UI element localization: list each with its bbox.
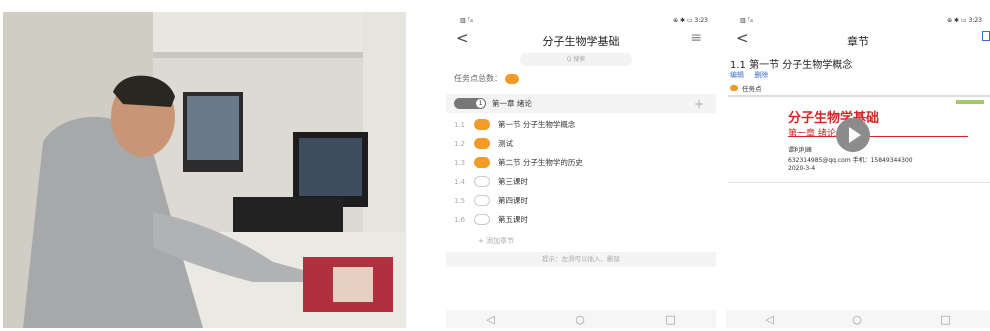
add-section-icon[interactable]: + bbox=[694, 97, 704, 111]
section-title: 1.1 第一节 分子生物学概念 bbox=[730, 60, 853, 71]
section-row[interactable]: 1.3 第二节 分子生物学的历史 bbox=[446, 153, 716, 172]
course-chapters-screen: ▥ ᵀᵢₗₗ ⊕ ✱ ▭ 3:23 < 分子生物学基础 ≡ Q 搜索 任务点总数… bbox=[446, 12, 716, 328]
video-contact: 632314985@qq.com 手机：15849344300 bbox=[788, 157, 913, 164]
android-nav-bar: ◁ ○ □ bbox=[726, 310, 990, 328]
chapter-row[interactable]: 1 第一章 绪论 + bbox=[446, 94, 716, 113]
task-count: 任务点总数： bbox=[454, 73, 519, 84]
section-row[interactable]: 1.5 第四课时 bbox=[446, 191, 716, 210]
section-number: 1.1 bbox=[454, 120, 466, 129]
section-number: 1.3 bbox=[454, 158, 466, 167]
divider bbox=[788, 136, 968, 137]
chapter-toggle[interactable]: 1 bbox=[454, 98, 486, 109]
section-number: 1.4 bbox=[454, 177, 466, 186]
search-input[interactable]: Q 搜索 bbox=[520, 53, 632, 66]
battery-time: ⊕ ✱ ▭ 3:23 bbox=[673, 17, 708, 24]
add-chapter-button[interactable]: + 添加章节 bbox=[478, 236, 514, 246]
task-dot-icon bbox=[730, 85, 738, 91]
classroom-photo bbox=[3, 12, 406, 328]
section-number: 1.6 bbox=[454, 215, 466, 224]
edit-link[interactable]: 编辑 bbox=[730, 71, 744, 79]
empty-status-icon bbox=[474, 195, 490, 206]
header: < 分子生物学基础 ≡ bbox=[446, 28, 716, 50]
video-author: 谭利利峰 bbox=[788, 147, 813, 154]
battery-time: ⊕ ✱ ▭ 3:23 bbox=[947, 17, 982, 24]
section-row[interactable]: 1.4 第三课时 bbox=[446, 172, 716, 191]
section-row[interactable]: 1.6 第五课时 bbox=[446, 210, 716, 229]
nav-recent-icon[interactable]: □ bbox=[940, 313, 950, 326]
section-label: 第二节 分子生物学的历史 bbox=[498, 158, 583, 167]
video-subtitle: 第一章 绪论 bbox=[788, 129, 836, 139]
task-point: 任务点 bbox=[730, 83, 762, 93]
section-label: 第三课时 bbox=[498, 177, 528, 186]
play-icon[interactable] bbox=[836, 118, 870, 152]
task-count-label: 任务点总数： bbox=[454, 74, 502, 83]
swipe-hint: 提示：左滑可以插入、删除 bbox=[446, 252, 716, 267]
video-date: 2020-3-4 bbox=[788, 165, 816, 172]
section-row[interactable]: 1.2 测试 bbox=[446, 134, 716, 153]
nav-back-icon[interactable]: ◁ bbox=[486, 313, 494, 326]
section-actions: 编辑 删除 bbox=[730, 70, 776, 80]
nav-home-icon[interactable]: ○ bbox=[852, 313, 862, 326]
android-nav-bar: ◁ ○ □ bbox=[446, 310, 716, 328]
task-status-icon bbox=[474, 119, 490, 130]
page-title: 章节 bbox=[847, 35, 869, 48]
empty-status-icon bbox=[474, 176, 490, 187]
section-label: 第五课时 bbox=[498, 215, 528, 224]
nav-home-icon[interactable]: ○ bbox=[575, 313, 585, 326]
chapter-order: 1 bbox=[475, 98, 486, 109]
video-player[interactable]: 分子生物学基础 第一章 绪论 谭利利峰 632314985@qq.com 手机：… bbox=[728, 95, 990, 183]
status-bar: ▥ ᵀᵢₗₗ ⊕ ✱ ▭ 3:23 bbox=[446, 12, 716, 26]
signal-indicator: ▥ ᵀᵢₗₗ bbox=[460, 17, 473, 24]
section-row[interactable]: 1.1 第一节 分子生物学概念 bbox=[446, 115, 716, 134]
progress-indicator bbox=[956, 100, 984, 104]
section-number: 1.5 bbox=[454, 196, 466, 205]
edit-icon[interactable] bbox=[982, 31, 990, 41]
section-detail-screen: ▥ ᵀᵢₗₗ ⊕ ✱ ▭ 3:23 < 章节 1.1 第一节 分子生物学概念 编… bbox=[726, 12, 990, 328]
section-number: 1.2 bbox=[454, 139, 466, 148]
task-status-icon bbox=[474, 157, 490, 168]
status-bar: ▥ ᵀᵢₗₗ ⊕ ✱ ▭ 3:23 bbox=[726, 12, 990, 26]
nav-back-icon[interactable]: ◁ bbox=[765, 313, 773, 326]
teacher-at-laptop-image bbox=[3, 12, 406, 328]
task-status-icon bbox=[474, 138, 490, 149]
menu-icon[interactable]: ≡ bbox=[690, 31, 702, 45]
task-label: 任务点 bbox=[742, 85, 762, 93]
page-title: 分子生物学基础 bbox=[542, 35, 620, 48]
nav-recent-icon[interactable]: □ bbox=[665, 313, 675, 326]
delete-link[interactable]: 删除 bbox=[754, 71, 768, 79]
empty-status-icon bbox=[474, 214, 490, 225]
section-label: 第一节 分子生物学概念 bbox=[498, 120, 576, 129]
header: < 章节 bbox=[726, 28, 990, 50]
signal-indicator: ▥ ᵀᵢₗₗ bbox=[740, 17, 753, 24]
section-label: 测试 bbox=[498, 139, 513, 148]
section-label: 第四课时 bbox=[498, 196, 528, 205]
task-count-badge bbox=[505, 73, 519, 84]
chapter-label: 第一章 绪论 bbox=[492, 99, 532, 108]
